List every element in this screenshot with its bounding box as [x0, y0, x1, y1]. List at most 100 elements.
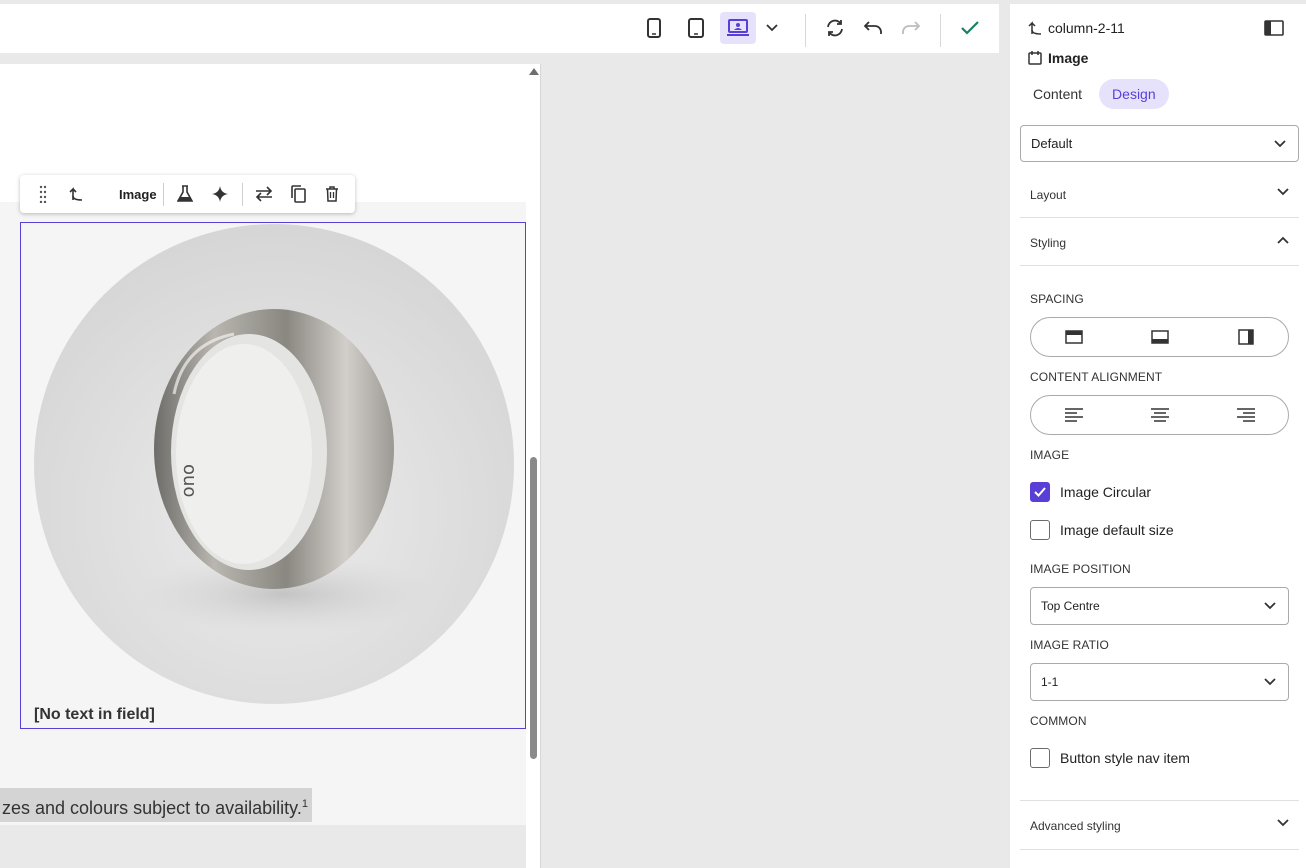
element-toolbar-label: Image: [119, 187, 157, 202]
style-preset-select[interactable]: Default: [1020, 125, 1299, 162]
undo-icon: [863, 21, 882, 34]
toolbar-divider: [940, 14, 941, 47]
selected-image-block[interactable]: ouo [No text in field]: [20, 222, 526, 729]
accordion-styling[interactable]: Styling: [1020, 218, 1299, 266]
toolbar-divider: [163, 183, 164, 206]
image-position-select[interactable]: Top Centre: [1030, 587, 1289, 625]
accordion-styling-label: Styling: [1030, 236, 1067, 250]
copy-icon: [291, 185, 306, 203]
section-label-image-position: IMAGE POSITION: [1030, 562, 1131, 576]
image-ratio-select[interactable]: 1-1: [1030, 663, 1289, 701]
arrow-up-left-icon: [69, 187, 83, 201]
tab-design[interactable]: Design: [1099, 79, 1169, 109]
alignment-control: [1030, 395, 1289, 435]
breadcrumb[interactable]: column-2-11: [1028, 20, 1125, 36]
refresh-button[interactable]: [818, 12, 852, 44]
align-right-button[interactable]: [1236, 406, 1256, 424]
scroll-up-arrow[interactable]: [529, 68, 539, 75]
sparkle-icon: [212, 186, 228, 202]
image-ratio-value: 1-1: [1041, 675, 1059, 689]
top-toolbar: [0, 4, 999, 53]
padding-bottom-icon: [1151, 330, 1169, 344]
image-default-size-option[interactable]: Image default size: [1030, 520, 1174, 540]
align-center-button[interactable]: [1150, 406, 1170, 424]
drag-handle-icon: [39, 185, 47, 203]
accordion-advanced-label: Advanced styling: [1030, 819, 1121, 833]
desktop-icon: [727, 19, 749, 36]
tablet-icon: [688, 18, 704, 38]
tab-content[interactable]: Content: [1020, 79, 1095, 109]
swap-button[interactable]: [253, 184, 275, 204]
element-type-title: Image: [1028, 50, 1088, 66]
ai-assist-button[interactable]: [209, 184, 231, 204]
redo-icon: [902, 21, 921, 34]
chevron-down-icon: [1277, 819, 1289, 827]
button-style-nav-option[interactable]: Button style nav item: [1030, 748, 1190, 768]
image-caption[interactable]: [No text in field]: [34, 706, 155, 724]
spacing-bottom-button[interactable]: [1150, 328, 1170, 346]
circular-image: ouo: [34, 224, 514, 704]
footnote-text[interactable]: zes and colours subject to availability.…: [0, 788, 312, 822]
image-circular-checkbox[interactable]: [1030, 482, 1050, 502]
spacing-control: [1030, 317, 1289, 357]
check-icon: [1034, 487, 1046, 497]
undo-button[interactable]: [856, 12, 890, 44]
section-label-image: IMAGE: [1030, 448, 1070, 462]
duplicate-button[interactable]: [287, 184, 309, 204]
image-circular-option[interactable]: Image Circular: [1030, 482, 1151, 502]
style-preset-value: Default: [1031, 136, 1073, 151]
mobile-view-button[interactable]: [637, 12, 671, 44]
chevron-up-icon: [1277, 236, 1289, 244]
align-left-icon: [1065, 408, 1083, 422]
image-default-size-label: Image default size: [1060, 522, 1174, 538]
align-center-icon: [1151, 408, 1169, 422]
refresh-icon: [827, 19, 843, 37]
chevron-down-icon: [1264, 602, 1276, 610]
section-label-image-ratio: IMAGE RATIO: [1030, 638, 1109, 652]
checkmark-icon: [961, 21, 979, 35]
redo-button[interactable]: [894, 12, 928, 44]
delete-button[interactable]: [321, 184, 343, 204]
arrow-up-left-icon: [1028, 21, 1042, 35]
sidebar-toggle-icon: [1264, 20, 1284, 36]
image-default-size-checkbox[interactable]: [1030, 520, 1050, 540]
accordion-layout[interactable]: Layout: [1020, 170, 1299, 218]
padding-sides-icon: [1238, 329, 1254, 345]
mobile-icon: [647, 18, 661, 38]
footnote-sup: 1: [301, 798, 308, 810]
image-circular-label: Image Circular: [1060, 484, 1152, 500]
section-label-content-alignment: CONTENT ALIGNMENT: [1030, 370, 1163, 384]
flask-icon: [177, 185, 193, 202]
accordion-advanced-styling[interactable]: Advanced styling: [1020, 800, 1299, 850]
ring-photo: ouo: [134, 309, 434, 634]
confirm-button[interactable]: [953, 12, 987, 44]
trash-icon: [326, 186, 338, 202]
breadcrumb-label: column-2-11: [1048, 20, 1125, 36]
canvas-scrollbar[interactable]: [526, 64, 541, 868]
spacing-top-button[interactable]: [1064, 328, 1084, 346]
align-left-button[interactable]: [1064, 406, 1084, 424]
test-button[interactable]: [174, 184, 196, 204]
toolbar-divider: [805, 14, 806, 47]
toolbar-divider: [242, 183, 243, 206]
properties-panel: column-2-11 Image Content Design Default…: [1010, 4, 1306, 868]
element-toolbar: Image: [20, 175, 355, 213]
svg-text:ouo: ouo: [179, 464, 200, 497]
tablet-view-button[interactable]: [679, 12, 713, 44]
device-dropdown-button[interactable]: [758, 12, 786, 44]
panel-toggle-button[interactable]: [1264, 20, 1284, 41]
scroll-thumb[interactable]: [530, 457, 537, 759]
element-type-label: Image: [1048, 50, 1089, 66]
chevron-down-icon: [766, 24, 778, 32]
button-style-nav-checkbox[interactable]: [1030, 748, 1050, 768]
spacing-sides-button[interactable]: [1236, 328, 1256, 346]
chevron-down-icon: [1264, 678, 1276, 686]
chevron-down-icon: [1274, 139, 1286, 147]
accordion-layout-label: Layout: [1030, 188, 1067, 202]
drag-handle[interactable]: [32, 184, 54, 204]
calendar-icon: [1028, 51, 1042, 65]
desktop-view-button[interactable]: [720, 12, 756, 44]
swap-icon: [255, 186, 273, 202]
select-parent-button[interactable]: [65, 184, 87, 204]
button-style-nav-label: Button style nav item: [1060, 750, 1190, 766]
